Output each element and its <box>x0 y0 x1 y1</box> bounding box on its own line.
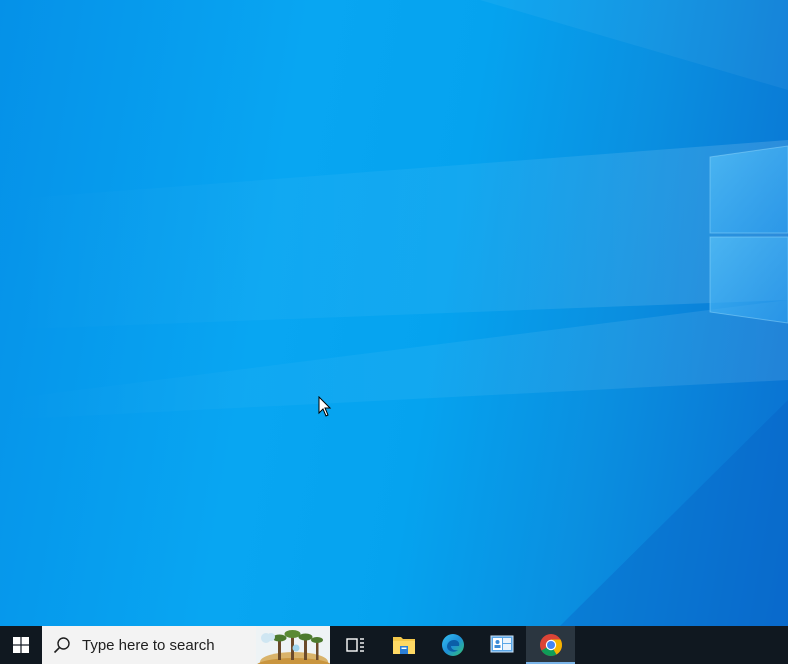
search-icon <box>52 635 72 655</box>
search-highlight-image[interactable] <box>256 626 330 664</box>
task-view-button[interactable] <box>330 626 379 664</box>
file-explorer-button[interactable] <box>379 626 428 664</box>
control-panel-button[interactable] <box>477 626 526 664</box>
taskbar: Type here to search <box>0 626 788 664</box>
task-view-icon <box>345 638 364 652</box>
search-placeholder: Type here to search <box>82 636 215 654</box>
desktop[interactable] <box>0 0 788 626</box>
start-button[interactable] <box>0 626 42 664</box>
edge-icon <box>441 634 464 656</box>
control-panel-icon <box>490 635 513 653</box>
file-explorer-icon <box>392 637 415 654</box>
search-box[interactable]: Type here to search <box>42 626 330 664</box>
chrome-icon <box>539 634 562 656</box>
chrome-button[interactable] <box>526 626 575 664</box>
desktop-wallpaper <box>0 0 788 626</box>
windows-logo-icon <box>13 637 29 653</box>
edge-button[interactable] <box>428 626 477 664</box>
mouse-pointer-icon <box>318 396 332 417</box>
